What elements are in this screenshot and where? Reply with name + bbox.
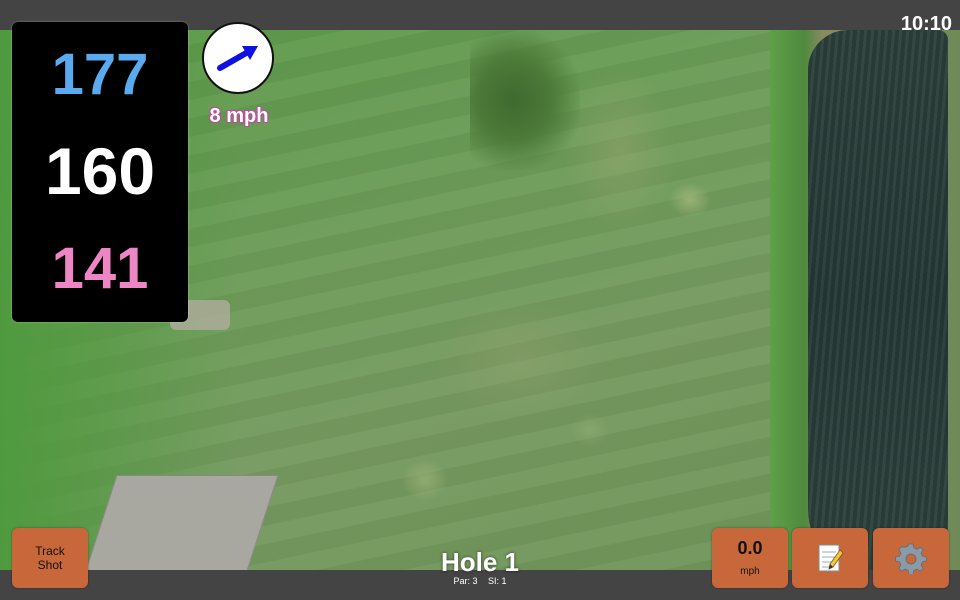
track-shot-button[interactable]: Track Shot <box>12 528 88 588</box>
wind-direction-dial <box>202 22 274 94</box>
wind-speed: 8 mph <box>209 105 269 127</box>
speed-unit: mph <box>740 566 760 577</box>
hole-par: Par: 3 <box>453 576 478 586</box>
front-distance: 141 <box>51 236 149 301</box>
wind-arrow-icon <box>217 46 258 71</box>
ditch-area <box>470 30 580 170</box>
notepad-icon <box>818 544 844 572</box>
hole-stroke-index: SI: 1 <box>488 576 507 586</box>
track-shot-label-line2: Shot <box>37 558 63 572</box>
middle-distance: 160 <box>44 134 156 208</box>
parking-lot <box>83 475 279 570</box>
river <box>808 30 948 570</box>
notes-button[interactable] <box>792 528 868 588</box>
back-distance: 177 <box>51 42 149 107</box>
speed-meter-button[interactable]: 0.0 mph <box>712 528 788 588</box>
speed-value: 0.0 <box>737 538 763 558</box>
settings-button[interactable] <box>873 528 949 588</box>
track-shot-label-line1: Track <box>35 544 65 558</box>
hole-info: Par: 3 SI: 1 <box>380 577 580 586</box>
hole-title: Hole 1 <box>440 547 520 577</box>
gear-icon <box>895 543 927 574</box>
distance-panel[interactable]: 177 160 141 <box>12 22 188 322</box>
